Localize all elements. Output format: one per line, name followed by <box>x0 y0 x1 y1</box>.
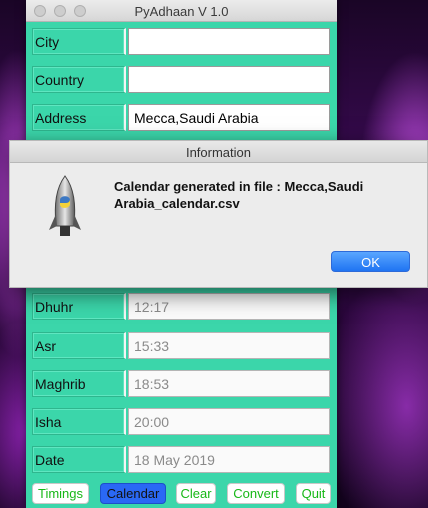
address-input[interactable]: Mecca,Saudi Arabia <box>128 104 330 131</box>
country-row: Country <box>32 66 330 93</box>
address-row: Address Mecca,Saudi Arabia <box>32 104 330 131</box>
country-label: Country <box>32 66 126 93</box>
quit-button[interactable]: Quit <box>296 483 331 504</box>
maghrib-row: Maghrib 18:53 <box>32 370 330 397</box>
city-input[interactable] <box>128 28 330 55</box>
isha-row: Isha 20:00 <box>32 408 330 435</box>
title-bar[interactable]: PyAdhaan V 1.0 <box>26 0 337 22</box>
clear-button[interactable]: Clear <box>176 483 216 504</box>
city-row: City <box>32 28 330 55</box>
asr-time-field[interactable]: 15:33 <box>128 332 330 359</box>
maghrib-time-field[interactable]: 18:53 <box>128 370 330 397</box>
dhuhr-time-field[interactable]: 12:17 <box>128 293 330 320</box>
country-input[interactable] <box>128 66 330 93</box>
asr-label: Asr <box>32 332 126 359</box>
ok-button[interactable]: OK <box>331 251 410 272</box>
window-title: PyAdhaan V 1.0 <box>134 4 229 19</box>
dhuhr-label: Dhuhr <box>32 293 126 320</box>
isha-label: Isha <box>32 408 126 435</box>
isha-time-field[interactable]: 20:00 <box>128 408 330 435</box>
timings-button[interactable]: Timings <box>32 483 89 504</box>
information-dialog: Information Calendar generated in file :… <box>9 140 428 288</box>
date-field[interactable]: 18 May 2019 <box>128 446 330 473</box>
calendar-button[interactable]: Calendar <box>100 483 166 504</box>
python-rocket-icon <box>49 175 81 236</box>
dialog-message: Calendar generated in file : Mecca,Saudi… <box>114 179 364 211</box>
dhuhr-row: Dhuhr 12:17 <box>32 293 330 320</box>
city-label: City <box>32 28 126 55</box>
maghrib-label: Maghrib <box>32 370 126 397</box>
asr-row: Asr 15:33 <box>32 332 330 359</box>
address-label: Address <box>32 104 126 131</box>
dialog-title: Information <box>10 141 427 163</box>
convert-button[interactable]: Convert <box>227 483 285 504</box>
date-label: Date <box>32 446 126 473</box>
button-bar: Timings Calendar Clear Convert Quit <box>26 483 337 505</box>
date-row: Date 18 May 2019 <box>32 446 330 473</box>
